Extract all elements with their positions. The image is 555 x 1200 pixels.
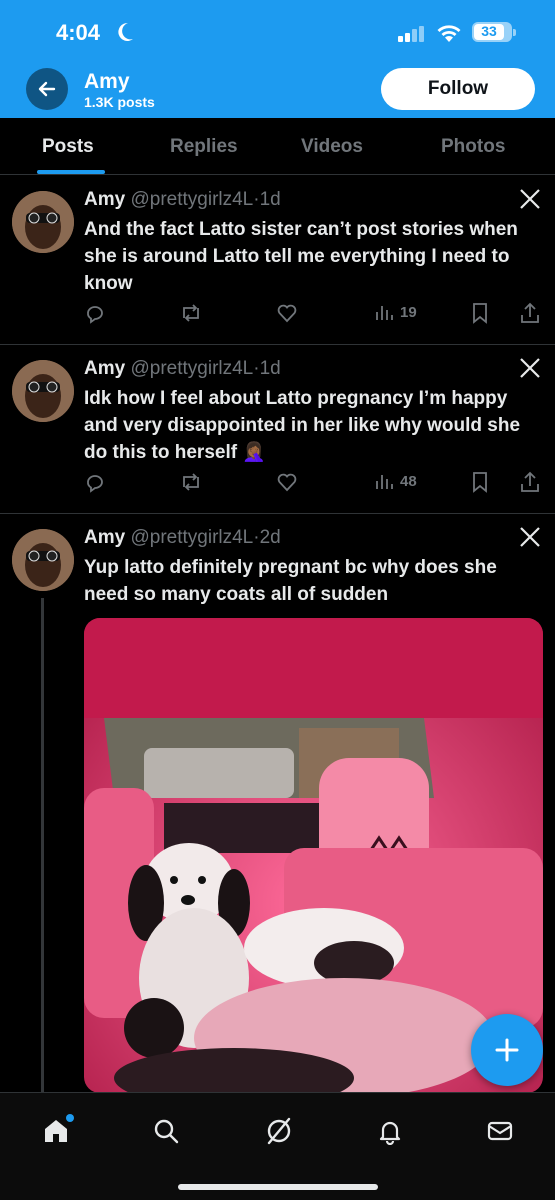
notification-dot bbox=[66, 1114, 74, 1122]
post-actions: 19 bbox=[84, 302, 544, 332]
nav-home[interactable] bbox=[36, 1111, 76, 1151]
search-icon bbox=[154, 1119, 179, 1144]
share-icon bbox=[521, 471, 539, 492]
share-icon bbox=[521, 302, 539, 323]
post-header: Amy @prettygirlz4L·2d bbox=[84, 527, 281, 548]
tab-posts[interactable]: Posts bbox=[42, 136, 94, 158]
grok-icon bbox=[267, 1117, 291, 1145]
repost-button[interactable] bbox=[179, 471, 203, 493]
reply-button[interactable] bbox=[84, 302, 106, 324]
active-tab-indicator bbox=[37, 170, 105, 174]
share-button[interactable] bbox=[520, 302, 540, 324]
avatar[interactable] bbox=[12, 360, 74, 422]
post-time: 1d bbox=[259, 189, 281, 210]
thread-line bbox=[41, 598, 44, 1108]
tab-photos[interactable]: Photos bbox=[441, 136, 505, 158]
cellular-signal-icon bbox=[398, 26, 426, 47]
share-button[interactable] bbox=[520, 471, 540, 493]
post-time: 1d bbox=[259, 358, 281, 379]
profile-tabs: Posts Replies Videos Photos bbox=[0, 118, 555, 175]
nav-search[interactable] bbox=[146, 1111, 186, 1151]
repost-icon bbox=[183, 473, 199, 491]
nav-messages[interactable] bbox=[480, 1111, 520, 1151]
status-time: 4:04 bbox=[56, 20, 101, 45]
like-button[interactable] bbox=[276, 302, 298, 324]
avatar[interactable] bbox=[12, 529, 74, 591]
back-button[interactable] bbox=[26, 68, 68, 110]
author-handle: @prettygirlz4L bbox=[130, 189, 254, 210]
like-button[interactable] bbox=[276, 471, 298, 493]
post-header: Amy @prettygirlz4L·1d bbox=[84, 358, 281, 379]
post-actions: 48 bbox=[84, 471, 544, 501]
author-handle: @prettygirlz4L bbox=[130, 358, 254, 379]
views-chart-icon bbox=[376, 475, 393, 489]
plus-icon bbox=[495, 1038, 519, 1062]
views-button[interactable]: 19 bbox=[374, 302, 417, 322]
bookmark-icon bbox=[473, 472, 487, 493]
views-button[interactable]: 48 bbox=[374, 471, 417, 491]
battery-level: 33 bbox=[481, 23, 497, 39]
post-header: Amy @prettygirlz4L·1d bbox=[84, 189, 281, 210]
x-logo-icon bbox=[519, 188, 541, 215]
home-indicator bbox=[178, 1184, 378, 1190]
moon-icon bbox=[118, 22, 134, 47]
mail-icon bbox=[487, 1121, 513, 1141]
view-count: 19 bbox=[400, 303, 417, 321]
post-item[interactable]: Amy @prettygirlz4L·1d And the fact Latto… bbox=[0, 176, 555, 345]
views-chart-icon bbox=[376, 306, 393, 320]
bookmark-button[interactable] bbox=[471, 302, 489, 324]
bookmark-icon bbox=[473, 303, 487, 324]
bell-icon bbox=[379, 1121, 401, 1145]
post-item[interactable]: Amy @prettygirlz4L·2d Yup latto definite… bbox=[0, 514, 555, 1108]
author-name: Amy bbox=[84, 358, 126, 379]
post-text: Idk how I feel about Latto pregnancy I’m… bbox=[84, 388, 521, 463]
post-text: Yup latto definitely pregnant bc why doe… bbox=[84, 557, 497, 605]
reply-icon bbox=[87, 306, 103, 324]
status-bar: 4:04 33 bbox=[0, 18, 555, 50]
author-handle: @prettygirlz4L bbox=[130, 527, 254, 548]
tab-replies[interactable]: Replies bbox=[170, 136, 238, 158]
profile-header: 4:04 33 Amy 1.3K posts Follow bbox=[0, 0, 555, 118]
post-time: 2d bbox=[259, 527, 281, 548]
nav-notifications[interactable] bbox=[370, 1111, 410, 1151]
reply-icon bbox=[87, 475, 103, 493]
author-name: Amy bbox=[84, 527, 126, 548]
heart-icon bbox=[277, 304, 297, 323]
author-name: Amy bbox=[84, 189, 126, 210]
x-logo-icon bbox=[519, 526, 541, 553]
post-text: And the fact Latto sister can’t post sto… bbox=[84, 219, 518, 294]
x-logo-icon bbox=[519, 357, 541, 384]
heart-icon bbox=[277, 473, 297, 492]
post-item[interactable]: Amy @prettygirlz4L·1d Idk how I feel abo… bbox=[0, 345, 555, 514]
view-count: 48 bbox=[400, 472, 417, 490]
avatar[interactable] bbox=[12, 191, 74, 253]
wifi-icon bbox=[436, 24, 462, 49]
follow-button[interactable]: Follow bbox=[381, 68, 535, 110]
reply-button[interactable] bbox=[84, 471, 106, 493]
tab-videos[interactable]: Videos bbox=[301, 136, 363, 158]
nav-grok[interactable] bbox=[259, 1111, 299, 1151]
arrow-left-icon bbox=[38, 81, 56, 97]
post-photo[interactable] bbox=[84, 618, 543, 1093]
post-count: 1.3K posts bbox=[84, 94, 155, 110]
battery-icon: 33 bbox=[472, 22, 516, 42]
repost-button[interactable] bbox=[179, 302, 203, 324]
bookmark-button[interactable] bbox=[471, 471, 489, 493]
profile-name: Amy bbox=[84, 70, 130, 93]
repost-icon bbox=[183, 304, 199, 322]
compose-post-button[interactable] bbox=[471, 1014, 543, 1086]
